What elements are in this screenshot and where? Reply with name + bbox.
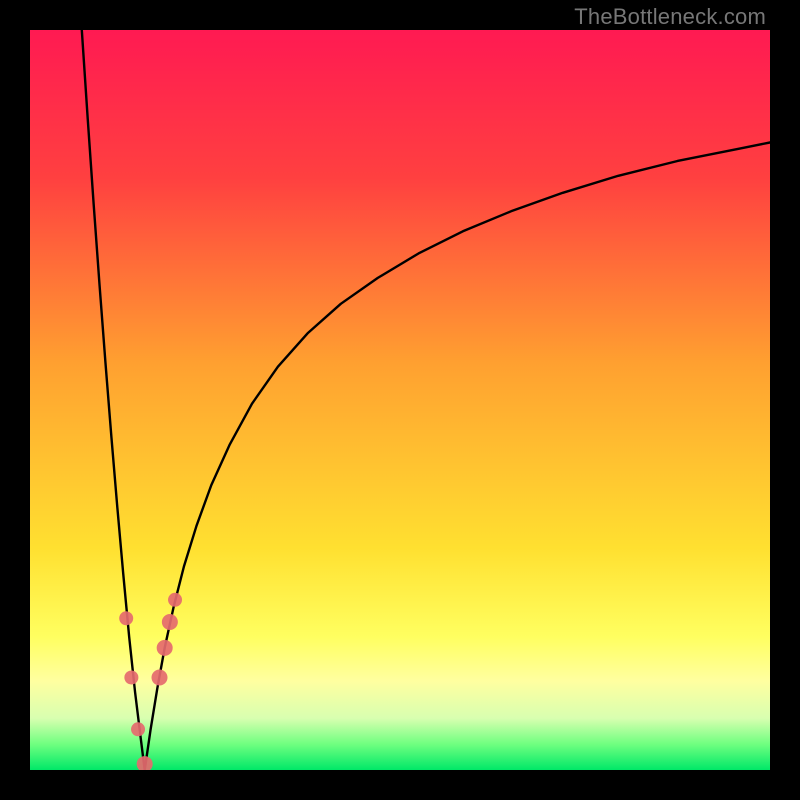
chart-frame: TheBottleneck.com bbox=[0, 0, 800, 800]
chart-svg bbox=[30, 30, 770, 770]
marker-point bbox=[168, 593, 182, 607]
marker-point bbox=[157, 640, 173, 656]
marker-point bbox=[124, 671, 138, 685]
marker-point bbox=[131, 722, 145, 736]
marker-point bbox=[162, 614, 178, 630]
plot-area bbox=[30, 30, 770, 770]
marker-point bbox=[119, 611, 133, 625]
marker-point bbox=[152, 670, 168, 686]
watermark-text: TheBottleneck.com bbox=[574, 4, 766, 30]
